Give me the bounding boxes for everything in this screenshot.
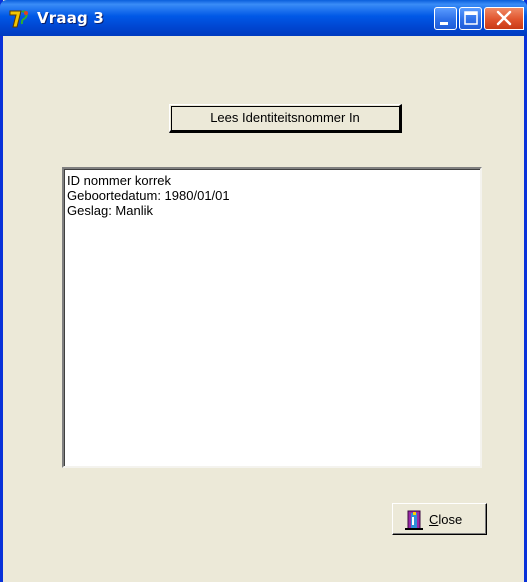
maximize-button[interactable] xyxy=(459,7,482,30)
delphi-app-icon xyxy=(9,10,28,28)
close-button[interactable]: Close xyxy=(392,503,487,535)
window-close-button[interactable] xyxy=(484,7,524,30)
title-bar[interactable]: Vraag 3 xyxy=(0,0,527,36)
close-button-label-rest: lose xyxy=(438,512,463,527)
minimize-icon xyxy=(440,22,448,25)
app-window: Vraag 3 Lees Identiteitsnommer In ID nom… xyxy=(0,0,527,582)
close-x-icon xyxy=(496,10,512,26)
window-title: Vraag 3 xyxy=(37,9,105,27)
memo-line-status: ID nommer korrek xyxy=(67,173,172,188)
read-id-number-label: Lees Identiteitsnommer In xyxy=(210,110,360,125)
output-memo[interactable]: ID nommer korrek Geboortedatum: 1980/01/… xyxy=(62,167,482,468)
door-exit-icon xyxy=(405,510,423,530)
memo-line-birthdate: Geboortedatum: 1980/01/01 xyxy=(67,188,230,203)
close-button-label: Close xyxy=(429,512,462,527)
memo-line-gender: Geslag: Manlik xyxy=(67,203,153,218)
close-button-mnemonic: C xyxy=(429,512,439,527)
maximize-icon xyxy=(464,11,478,25)
read-id-number-button[interactable]: Lees Identiteitsnommer In xyxy=(169,104,402,133)
minimize-button[interactable] xyxy=(434,7,457,30)
